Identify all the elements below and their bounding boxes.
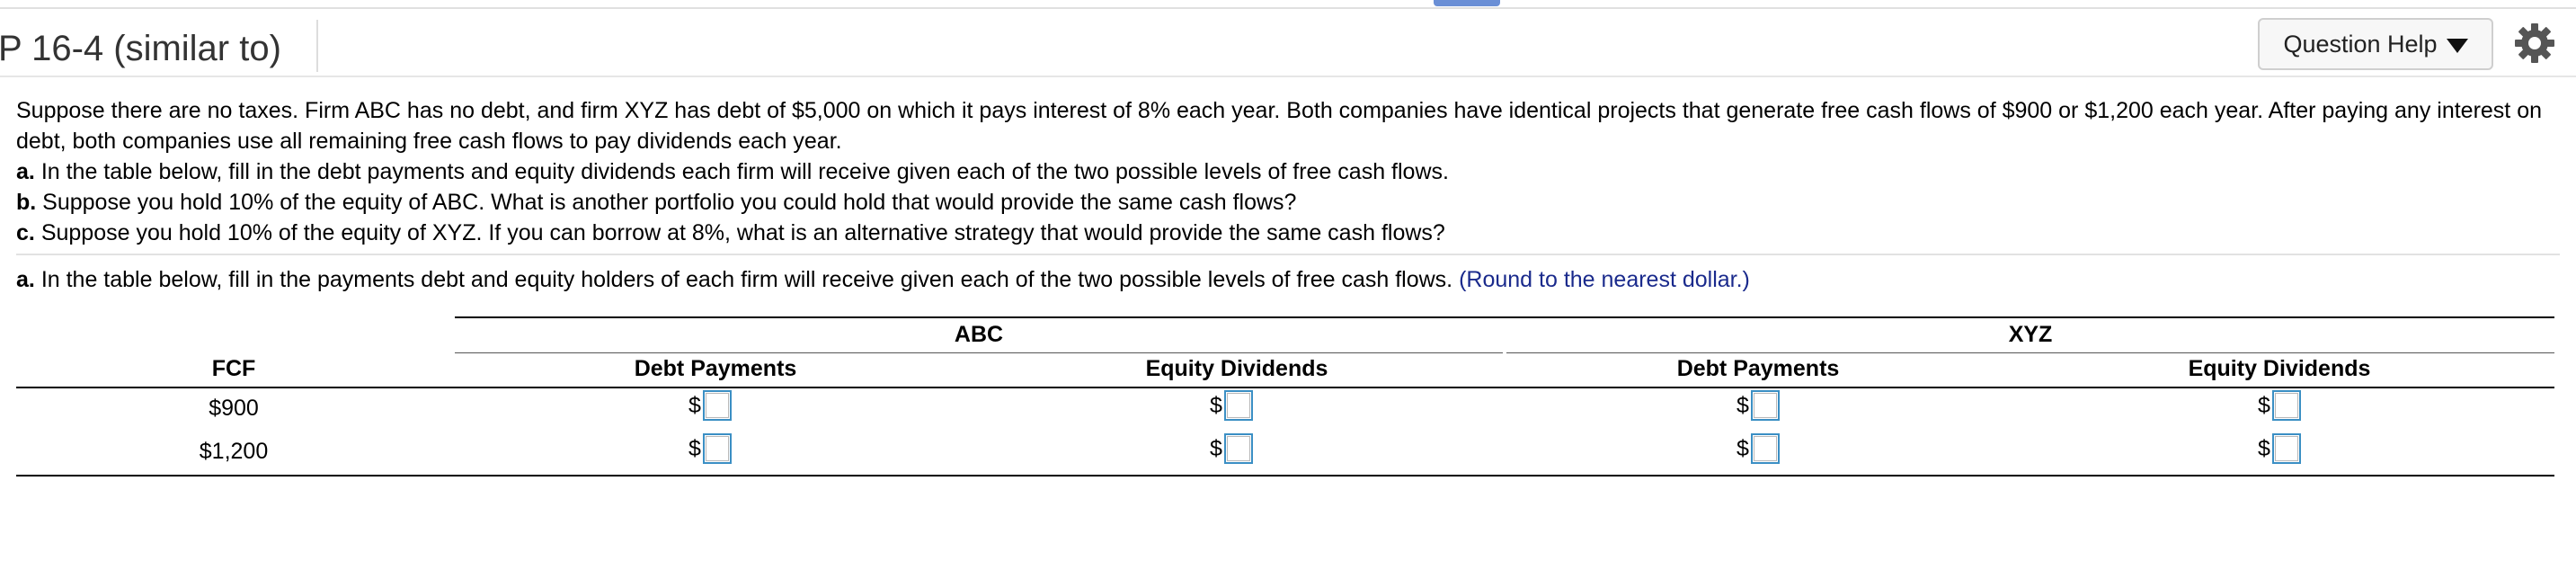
abc-debt-payment-1200-input[interactable] <box>702 433 732 464</box>
table-cell: $ <box>688 433 732 464</box>
currency-label: $ <box>1210 435 1222 461</box>
question-text: In the table below, fill in the payments… <box>40 267 1453 292</box>
group-rule-xyz <box>1506 352 2554 353</box>
xyz-debt-payment-1200-input[interactable] <box>1750 433 1780 464</box>
abc-equity-dividend-900-input[interactable] <box>1223 390 1253 421</box>
problem-intro: Suppose there are no taxes. Firm ABC has… <box>16 98 2542 154</box>
table-row-fcf: $1,200 <box>199 439 269 464</box>
part-c-label: c. <box>16 220 35 245</box>
problem-part-a: a. In the table below, fill in the debt … <box>16 156 2560 187</box>
table-top-rule <box>455 316 2554 318</box>
caret-down-icon <box>2446 39 2468 53</box>
question-help-label: Question Help <box>2283 30 2438 58</box>
table-cell: $ <box>1737 433 1780 464</box>
part-c-text: Suppose you hold 10% of the equity of XY… <box>40 220 1445 245</box>
gear-icon[interactable] <box>2513 22 2556 65</box>
title-divider <box>316 20 318 72</box>
xyz-debt-payment-900-input[interactable] <box>1750 390 1780 421</box>
currency-label: $ <box>1737 435 1749 461</box>
column-header-abc-equity: Equity Dividends <box>1145 356 1328 381</box>
table-row-fcf: $900 <box>209 396 259 421</box>
xyz-equity-dividend-1200-input[interactable] <box>2271 433 2301 464</box>
problem-part-c: c. Suppose you hold 10% of the equity of… <box>16 218 2560 248</box>
group-header-xyz: XYZ <box>2008 322 2053 347</box>
table-cell: $ <box>1210 433 1253 464</box>
header-bottom-rule <box>16 387 2554 388</box>
column-header-fcf: FCF <box>211 356 256 381</box>
top-tab-indicator[interactable] <box>1434 0 1500 6</box>
problem-statement: Suppose there are no taxes. Firm ABC has… <box>16 95 2560 248</box>
section-divider <box>16 254 2560 255</box>
part-b-text: Suppose you hold 10% of the equity of AB… <box>42 190 1297 215</box>
column-header-xyz-equity: Equity Dividends <box>2188 356 2371 381</box>
table-cell: $ <box>2258 433 2301 464</box>
xyz-equity-dividend-900-input[interactable] <box>2271 390 2301 421</box>
problem-part-b: b. Suppose you hold 10% of the equity of… <box>16 187 2560 218</box>
rounding-hint: (Round to the nearest dollar.) <box>1459 267 1750 292</box>
currency-label: $ <box>688 392 701 418</box>
table-bottom-rule <box>16 475 2554 476</box>
header-divider <box>0 76 2576 77</box>
currency-label: $ <box>1210 392 1222 418</box>
problem-title: P 16-4 (similar to) <box>0 29 281 68</box>
column-header-xyz-debt: Debt Payments <box>1676 356 1840 381</box>
table-cell: $ <box>2258 390 2301 421</box>
currency-label: $ <box>688 435 701 461</box>
table-cell: $ <box>688 390 732 421</box>
group-rule-abc <box>455 352 1503 353</box>
abc-debt-payment-900-input[interactable] <box>702 390 732 421</box>
abc-equity-dividend-1200-input[interactable] <box>1223 433 1253 464</box>
question-prompt: a. In the table below, fill in the payme… <box>16 264 1750 295</box>
question-label: a. <box>16 267 35 292</box>
question-header: P 16-4 (similar to) Question Help <box>0 9 2576 76</box>
column-header-abc-debt: Debt Payments <box>634 356 797 381</box>
currency-label: $ <box>2258 392 2270 418</box>
table-cell: $ <box>1737 390 1780 421</box>
answer-table: ABC XYZ FCF Debt Payments Equity Dividen… <box>0 316 2576 487</box>
part-a-label: a. <box>16 159 35 184</box>
part-a-text: In the table below, fill in the debt pay… <box>40 159 1449 184</box>
group-header-abc: ABC <box>954 322 1004 347</box>
currency-label: $ <box>2258 435 2270 461</box>
currency-label: $ <box>1737 392 1749 418</box>
question-help-button[interactable]: Question Help <box>2258 18 2493 70</box>
table-cell: $ <box>1210 390 1253 421</box>
part-b-label: b. <box>16 190 37 215</box>
